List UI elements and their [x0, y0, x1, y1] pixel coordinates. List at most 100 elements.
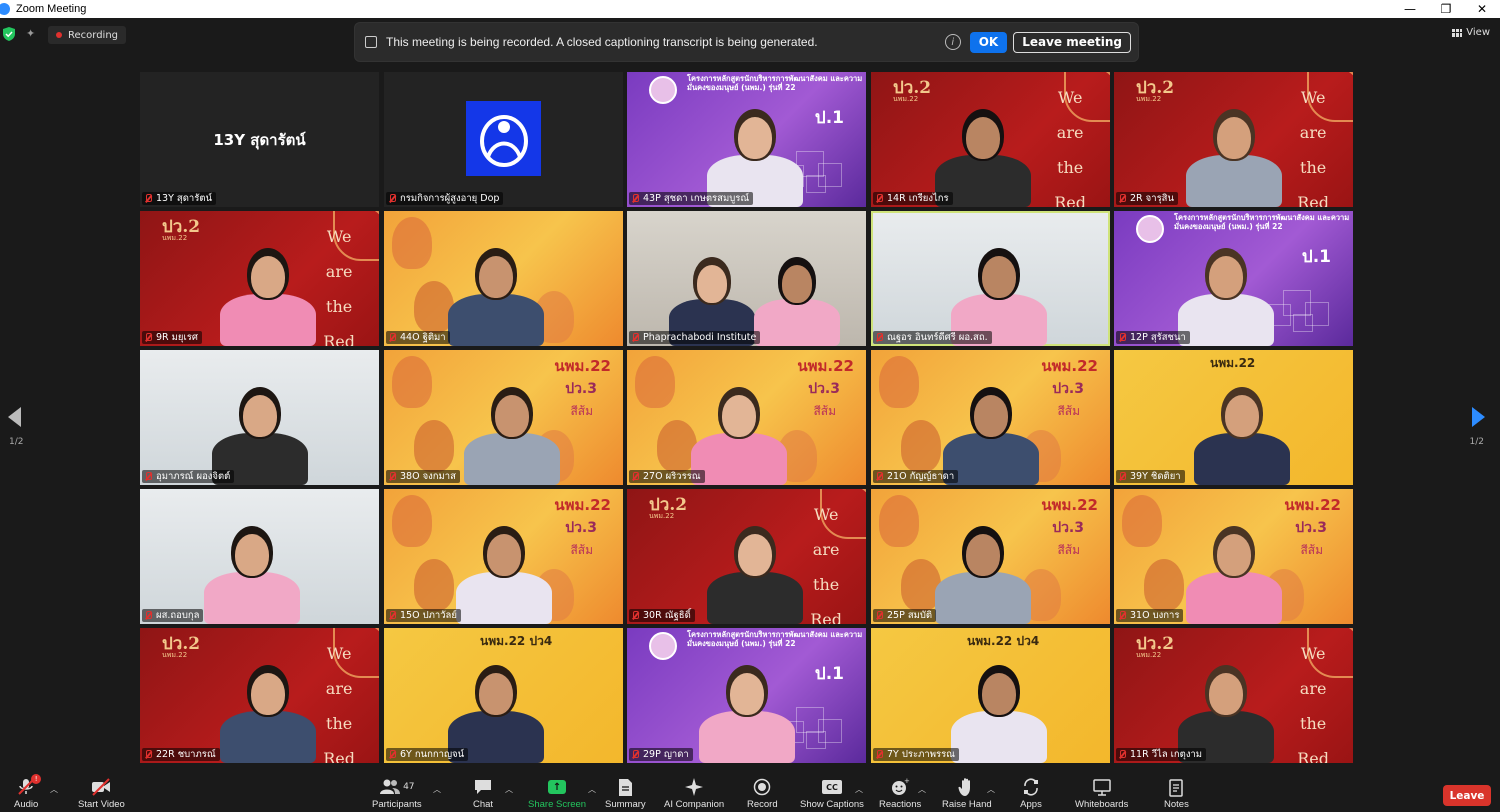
participant-video — [627, 211, 866, 346]
participant-tile[interactable]: นพม.22 ปว.3 สีส้ม 25P สมบัติ — [871, 489, 1110, 624]
participant-name: 31O บงการ — [1130, 610, 1180, 621]
recording-notice-message: This meeting is being recorded. A closed… — [386, 35, 818, 49]
participant-tile[interactable]: ปว.2 นพม.22 We are the Red 2R จารุสิน — [1114, 72, 1353, 207]
participant-video — [140, 489, 379, 624]
reactions-button[interactable]: + Reactions — [879, 774, 921, 810]
captions-options-caret-icon[interactable]: ︿ — [855, 784, 863, 795]
participant-tile[interactable]: ปว.2 นพม.22 We are the Red 9R มยุเรศ — [140, 211, 379, 346]
participant-tile[interactable]: นพม.22 ปว4 7Y ประภาพรรณ — [871, 628, 1110, 763]
minimize-button[interactable]: — — [1392, 0, 1428, 18]
close-button[interactable]: ✕ — [1464, 0, 1500, 18]
participant-tile[interactable]: 44O ฐิติมา — [384, 211, 623, 346]
participant-name-label: ณฐอร อินทร์ดีศรี ผอ.สถ. — [873, 331, 992, 344]
leave-button[interactable]: Leave — [1443, 785, 1491, 806]
audio-button[interactable]: ! Audio — [14, 774, 42, 810]
participant-tile[interactable]: โครงการหลักสูตรนักบริหารการพัฒนาสังคม แล… — [627, 72, 866, 207]
participant-tile[interactable]: นพม.22 ปว.3 สีส้ม 31O บงการ — [1114, 489, 1353, 624]
participant-name: Phaprachabodi Institute — [643, 332, 757, 343]
participant-tile[interactable]: ปว.2 นพม.22 We are the Red 22R ชบาภรณ์ — [140, 628, 379, 763]
participant-video — [384, 350, 623, 485]
ok-button[interactable]: OK — [969, 31, 1008, 53]
participant-name: 9R มยุเรศ — [156, 332, 198, 343]
participant-tile[interactable]: ณฐอร อินทร์ดีศรี ผอ.สถ. — [871, 211, 1110, 346]
participants-options-caret-icon[interactable]: ︿ — [433, 784, 441, 795]
info-icon[interactable]: i — [944, 34, 961, 50]
participant-tile[interactable]: นพม.22 ปว4 6Y กนกกาญจน์ — [384, 628, 623, 763]
participant-name-label: 7Y ประภาพรรณ — [873, 748, 959, 761]
participant-tile[interactable]: นพม.22 39Y ชิดติยา — [1114, 350, 1353, 485]
participant-tile[interactable]: Phaprachabodi Institute — [627, 211, 866, 346]
participant-video — [871, 489, 1110, 624]
previous-page-arrow-icon[interactable] — [8, 407, 21, 427]
start-video-button[interactable]: Start Video — [78, 774, 125, 810]
participant-tile[interactable]: นพม.22 ปว.3 สีส้ม 27O ผริวรรณ — [627, 350, 866, 485]
participant-name: กรมกิจการผู้สูงอายุ Dop — [400, 193, 500, 204]
notes-button[interactable]: Notes — [1164, 774, 1189, 810]
record-button[interactable]: Record — [747, 774, 778, 810]
participant-tile[interactable]: 13Y สุดารัตน์ 13Y สุดารัตน์ — [140, 72, 379, 207]
participant-video — [871, 211, 1110, 346]
participant-tile[interactable]: โครงการหลักสูตรนักบริหารการพัฒนาสังคม แล… — [1114, 211, 1353, 346]
participant-face — [965, 534, 1000, 576]
participant-body — [934, 572, 1031, 624]
participant-face — [781, 265, 813, 304]
participant-face — [1208, 673, 1243, 715]
video-off-icon — [90, 777, 112, 797]
department-logo-icon — [466, 101, 541, 176]
raise-hand-button[interactable]: Raise Hand — [942, 774, 992, 810]
security-shield-icon[interactable] — [3, 27, 15, 41]
leave-meeting-button[interactable]: Leave meeting — [1013, 31, 1131, 53]
participant-tile[interactable]: นพม.22 ปว.3 สีส้ม 21O กัญญ์ธาดา — [871, 350, 1110, 485]
muted-microphone-icon — [1118, 472, 1126, 481]
muted-microphone-icon — [144, 333, 152, 342]
recording-dot-icon — [56, 32, 62, 38]
view-label: View — [1466, 27, 1490, 38]
participant-body — [950, 711, 1047, 763]
closed-captions-icon: CC — [821, 777, 843, 797]
captions-glyph: CC — [821, 780, 842, 794]
summary-button[interactable]: Summary — [605, 774, 646, 810]
participant-body — [698, 711, 795, 763]
participant-name: 39Y ชิดติยา — [1130, 471, 1181, 482]
apps-button[interactable]: Apps — [1020, 774, 1042, 810]
participant-tile[interactable]: ปว.2 นพม.22 We are the Red 30R ณัฐธิดิ์ — [627, 489, 866, 624]
reactions-options-caret-icon[interactable]: ︿ — [918, 784, 926, 795]
chat-options-caret-icon[interactable]: ︿ — [505, 784, 513, 795]
share-options-caret-icon[interactable]: ︿ — [588, 784, 596, 795]
share-screen-button[interactable]: ↑ Share Screen — [528, 774, 586, 810]
ai-sparkle-icon[interactable]: ✦ — [26, 27, 35, 40]
chat-button[interactable]: Chat — [472, 774, 494, 810]
copy-icon[interactable] — [365, 36, 377, 48]
audio-options-caret-icon[interactable]: ︿ — [50, 784, 58, 795]
participant-name: 25P สมบัติ — [887, 610, 933, 621]
participant-face — [737, 117, 772, 159]
participant-tile[interactable]: อุมาภรณ์ ผองจิตต์ — [140, 350, 379, 485]
view-button[interactable]: View — [1452, 27, 1490, 38]
whiteboards-button[interactable]: Whiteboards — [1075, 774, 1128, 810]
raise-hand-label: Raise Hand — [942, 799, 992, 810]
participant-name: 44O ฐิติมา — [400, 332, 446, 343]
ai-companion-button[interactable]: AI Companion — [664, 774, 724, 810]
participant-tile[interactable]: ปว.2 นพม.22 We are the Red 11R วีไล เกตุงาม — [1114, 628, 1353, 763]
participant-tile[interactable]: นพม.22 ปว.3 สีส้ม 38O จงกมาส — [384, 350, 623, 485]
participant-name-label: 21O กัญญ์ธาดา — [873, 470, 959, 483]
participant-tile[interactable]: ผส.ถอบกุล — [140, 489, 379, 624]
recording-notice-banner: This meeting is being recorded. A closed… — [354, 22, 1139, 62]
participant-name: 14R เกรียงไกร — [887, 193, 949, 204]
participant-face — [234, 534, 269, 576]
participants-button[interactable]: 47 Participants — [372, 774, 422, 810]
participant-tile[interactable]: ปว.2 นพม.22 We are the Red 14R เกรียงไกร — [871, 72, 1110, 207]
participant-tile[interactable]: กรมกิจการผู้สูงอายุ Dop — [384, 72, 623, 207]
participant-tile[interactable]: โครงการหลักสูตรนักบริหารการพัฒนาสังคม แล… — [627, 628, 866, 763]
recording-indicator[interactable]: Recording — [48, 26, 127, 44]
video-gallery: 13Y สุดารัตน์ 13Y สุดารัตน์กรมกิจการผู้สู… — [140, 72, 1354, 764]
raise-hand-options-caret-icon[interactable]: ︿ — [987, 784, 995, 795]
muted-microphone-icon — [144, 472, 152, 481]
participant-name: 15O ปภาวัลย์ — [400, 610, 457, 621]
participant-face — [737, 534, 772, 576]
next-page-arrow-icon[interactable] — [1472, 407, 1485, 427]
participant-name: 21O กัญญ์ธาดา — [887, 471, 955, 482]
restore-button[interactable]: ❐ — [1428, 0, 1464, 18]
participant-tile[interactable]: นพม.22 ปว.3 สีส้ม 15O ปภาวัลย์ — [384, 489, 623, 624]
participant-name: 29P ญาดา — [643, 749, 689, 760]
